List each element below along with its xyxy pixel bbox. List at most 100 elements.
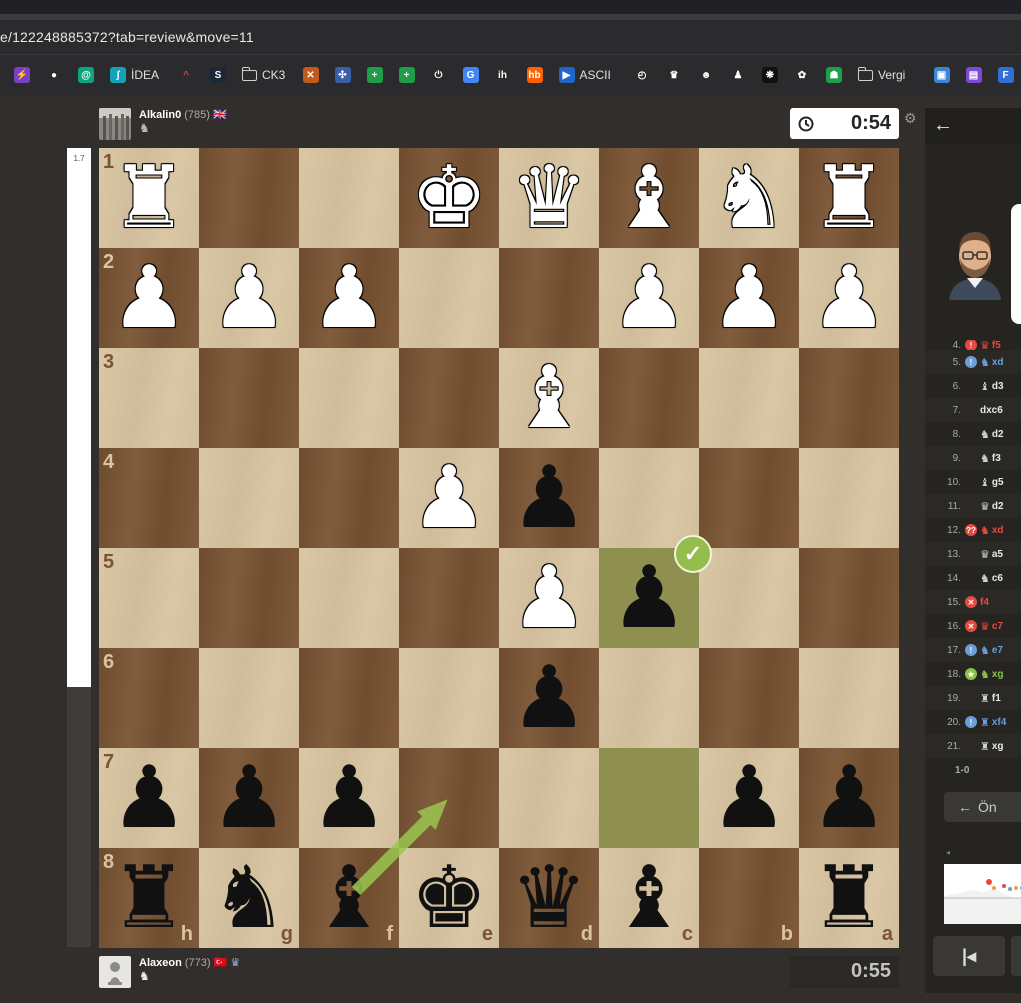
square-a6[interactable] xyxy=(799,648,899,748)
bookmark-pinwheel[interactable]: ✣ xyxy=(334,66,351,84)
white-pawn-piece[interactable]: ♟ xyxy=(399,448,499,548)
move-san[interactable]: d2 xyxy=(992,501,1004,512)
top-player-info[interactable]: Alkalin0 (785) 🇬🇧 ♞ xyxy=(99,108,227,140)
black-king-piece[interactable]: ♚ xyxy=(399,848,499,948)
top-player-avatar[interactable] xyxy=(99,108,131,140)
move-san[interactable]: d2 xyxy=(992,429,1004,440)
white-pawn-piece[interactable]: ♟ xyxy=(499,548,599,648)
first-move-button[interactable]: |◂ xyxy=(933,936,1005,976)
move-san[interactable]: f5 xyxy=(992,340,1001,350)
white-pawn-piece[interactable]: ♟ xyxy=(299,248,399,348)
square-b6[interactable] xyxy=(699,648,799,748)
square-e6[interactable] xyxy=(399,648,499,748)
bookmark-power[interactable]: ⏻ xyxy=(430,66,447,84)
bookmark-purple-stack[interactable]: ▤ xyxy=(965,66,982,84)
bookmark-alien[interactable]: ☻ xyxy=(698,66,714,84)
move-san[interactable]: d3 xyxy=(992,381,1004,392)
move-row[interactable]: 7. dxc6 xyxy=(925,398,1021,422)
square-g8[interactable]: g ♞ xyxy=(199,848,299,948)
black-pawn-piece[interactable]: ♟ xyxy=(199,748,299,848)
bookmark-hb[interactable]: hb xyxy=(526,66,543,84)
black-knight-piece[interactable]: ♞ xyxy=(199,848,299,948)
bookmark-translate[interactable]: G xyxy=(462,66,479,84)
square-f3[interactable] xyxy=(299,348,399,448)
square-a8[interactable]: a ♜ xyxy=(799,848,899,948)
square-b5[interactable] xyxy=(699,548,799,648)
square-b2[interactable]: ♟ xyxy=(699,248,799,348)
square-f1[interactable] xyxy=(299,148,399,248)
white-knight-piece[interactable]: ♞ xyxy=(699,148,799,248)
square-g4[interactable] xyxy=(199,448,299,548)
square-f8[interactable]: f ♝ xyxy=(299,848,399,948)
square-h2[interactable]: 2 ♟ xyxy=(99,248,199,348)
bookmark-openai[interactable]: ✿ xyxy=(794,66,810,84)
square-a4[interactable] xyxy=(799,448,899,548)
square-g3[interactable] xyxy=(199,348,299,448)
square-a2[interactable]: ♟ xyxy=(799,248,899,348)
square-h1[interactable]: 1 ♜ xyxy=(99,148,199,248)
move-san[interactable]: c7 xyxy=(992,621,1003,632)
bottom-player-info[interactable]: Alaxeon (773) 🇹🇷 ♛ ♞ xyxy=(99,956,240,988)
move-san[interactable]: g5 xyxy=(992,477,1004,488)
move-row[interactable]: 8. ♞ d2 xyxy=(925,422,1021,446)
square-a5[interactable] xyxy=(799,548,899,648)
square-e3[interactable] xyxy=(399,348,499,448)
square-c7[interactable] xyxy=(599,748,699,848)
move-row[interactable]: 9. ♞ f3 xyxy=(925,446,1021,470)
black-pawn-piece[interactable]: ♟ xyxy=(499,648,599,748)
square-g2[interactable]: ♟ xyxy=(199,248,299,348)
black-rook-piece[interactable]: ♜ xyxy=(99,848,199,948)
square-d7[interactable] xyxy=(499,748,599,848)
white-rook-piece[interactable]: ♜ xyxy=(799,148,899,248)
white-pawn-piece[interactable]: ♟ xyxy=(699,248,799,348)
bookmark-id-card[interactable]: ▣ xyxy=(933,66,950,84)
square-h4[interactable]: 4 xyxy=(99,448,199,548)
square-d1[interactable]: ♛ xyxy=(499,148,599,248)
square-b7[interactable]: ♟ xyxy=(699,748,799,848)
black-rook-piece[interactable]: ♜ xyxy=(799,848,899,948)
move-row[interactable]: 18. ★ ♞ xg xyxy=(925,662,1021,686)
square-c8[interactable]: c ♝ xyxy=(599,848,699,948)
square-h5[interactable]: 5 xyxy=(99,548,199,648)
square-a7[interactable]: ♟ xyxy=(799,748,899,848)
move-row[interactable]: 10. ♝ g5 xyxy=(925,470,1021,494)
white-rook-piece[interactable]: ♜ xyxy=(99,148,199,248)
bottom-player-name[interactable]: Alaxeon xyxy=(139,957,182,969)
move-row[interactable]: 5.! ♞ xd xyxy=(925,350,1021,374)
bookmark-chess-pawn[interactable]: ♟ xyxy=(730,66,746,84)
black-pawn-piece[interactable]: ♟ xyxy=(799,748,899,848)
square-b8[interactable]: b xyxy=(699,848,799,948)
square-b4[interactable] xyxy=(699,448,799,548)
square-c2[interactable]: ♟ xyxy=(599,248,699,348)
square-h6[interactable]: 6 xyxy=(99,648,199,748)
bookmark-crossed-tools[interactable]: ✕ xyxy=(302,66,319,84)
white-king-piece[interactable]: ♚ xyxy=(399,148,499,248)
move-row[interactable]: 4.! ♛ f5 xyxy=(925,340,1021,350)
bookmark-crown[interactable]: ♛ xyxy=(666,66,682,84)
white-bishop-piece[interactable]: ♝ xyxy=(599,148,699,248)
bookmark-speedometer[interactable]: ◴ xyxy=(634,66,650,84)
move-row[interactable]: 17.! ♞ e7 xyxy=(925,638,1021,662)
black-queen-piece[interactable]: ♛ xyxy=(499,848,599,948)
bookmark-android[interactable]: ☗ xyxy=(826,66,842,84)
square-d3[interactable]: ♝ xyxy=(499,348,599,448)
square-c6[interactable] xyxy=(599,648,699,748)
square-g6[interactable] xyxy=(199,648,299,748)
bottom-player-avatar[interactable] xyxy=(99,956,131,988)
black-pawn-piece[interactable]: ♟ xyxy=(99,748,199,848)
move-row[interactable]: 11. ♛ d2 xyxy=(925,494,1021,518)
top-player-name[interactable]: Alkalin0 xyxy=(139,109,181,121)
square-e7[interactable] xyxy=(399,748,499,848)
square-f5[interactable] xyxy=(299,548,399,648)
square-d4[interactable]: ♟ xyxy=(499,448,599,548)
move-san[interactable]: dxc6 xyxy=(980,405,1003,416)
square-c4[interactable] xyxy=(599,448,699,548)
previous-button[interactable]: ← Ön xyxy=(944,792,1021,822)
move-san[interactable]: xd xyxy=(992,525,1004,536)
square-g5[interactable] xyxy=(199,548,299,648)
square-d5[interactable]: ♟ xyxy=(499,548,599,648)
square-g7[interactable]: ♟ xyxy=(199,748,299,848)
white-queen-piece[interactable]: ♛ xyxy=(499,148,599,248)
square-a1[interactable]: ♜ xyxy=(799,148,899,248)
bookmark-idea[interactable]: ʃ İDEA xyxy=(110,66,159,84)
